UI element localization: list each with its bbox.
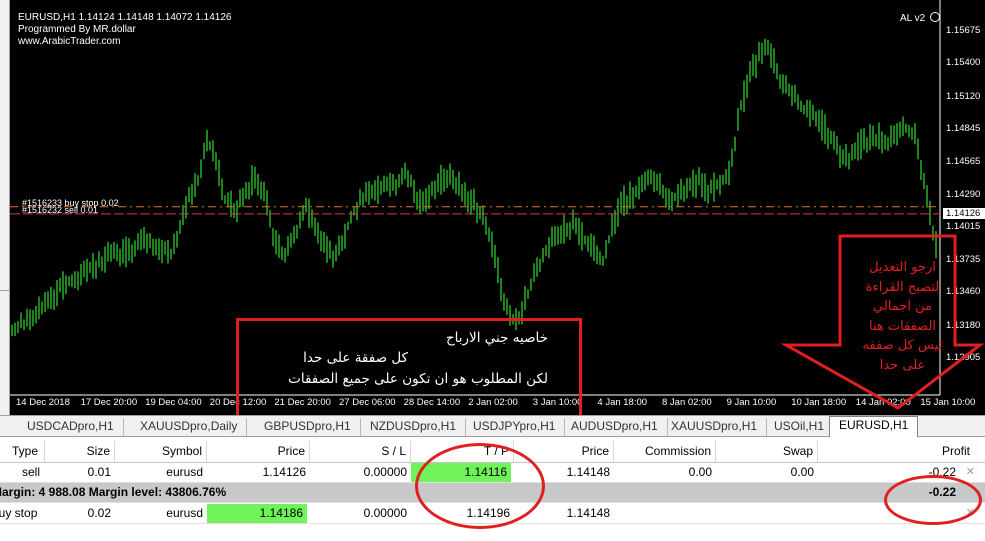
- price-axis-label: 1.15400: [946, 57, 981, 69]
- annotation-1-line-3: لكن المطلوب هو ان تكون على جميع الصفقات: [288, 371, 548, 387]
- time-axis-label: 4 Jan 18:00: [597, 397, 648, 408]
- header-swap[interactable]: Swap: [716, 441, 818, 462]
- annotation-note-line: لتصبح القراءة: [865, 279, 940, 295]
- header-type[interactable]: Type: [0, 441, 45, 462]
- cell-commission: 0.00: [688, 465, 712, 479]
- cell-type: buy stop: [0, 506, 38, 520]
- cell-size: 0.01: [87, 465, 111, 479]
- annotation-note-line: من اجمالي: [873, 299, 932, 314]
- ea-name: AL v2: [900, 13, 926, 24]
- cell-swap: 0.00: [790, 465, 814, 479]
- chart-tabs-bar: USDCADpro,H1 XAUUSDpro,Daily GBPUSDpro,H1 N…: [0, 415, 985, 437]
- header-sl[interactable]: S / L: [310, 441, 411, 462]
- chart-tab[interactable]: NZDUSDpro,H1: [361, 418, 467, 436]
- header-size[interactable]: Size: [45, 441, 115, 462]
- ea-label[interactable]: AL v2: [900, 12, 940, 25]
- annotation-ellipse-tp: [415, 443, 545, 529]
- header-profit[interactable]: Profit: [818, 441, 980, 462]
- cell-size: 0.02: [87, 506, 111, 520]
- price-axis-label: 1.14126: [943, 207, 985, 219]
- cell-swap: [716, 504, 818, 523]
- chart-programmer-label: Programmed By MR.dollar: [18, 24, 136, 35]
- chart-website-label: www.ArabicTrader.com: [18, 36, 121, 47]
- annotation-ellipse-profit: [884, 475, 982, 525]
- smiley-icon: [929, 12, 940, 22]
- price-axis-label: 1.15675: [946, 25, 981, 36]
- annotation-1-line-2: كل صفقة على حدا: [303, 350, 408, 366]
- chart-tab[interactable]: AUDUSDpro,H1: [562, 418, 668, 436]
- time-axis-label: 19 Dec 04:00: [145, 397, 202, 408]
- time-axis-label: 17 Dec 20:00: [80, 397, 138, 408]
- panel-divider: [0, 290, 10, 291]
- order-line-sell-label[interactable]: #1516232 sell 0.01: [22, 205, 98, 215]
- annotation-note-line: على حدا: [879, 357, 926, 373]
- chart-tab[interactable]: XAUUSDpro,H1: [662, 418, 768, 436]
- annotation-1-line-1: خاصيه جني الارباح: [445, 330, 548, 346]
- cell-sl: 0.00000: [363, 506, 407, 520]
- cell-price: 1.14126: [262, 465, 306, 479]
- time-axis-label: 14 Dec 2018: [16, 397, 70, 408]
- time-axis-label: 9 Jan 10:00: [726, 397, 777, 408]
- header-symbol[interactable]: Symbol: [115, 441, 207, 462]
- annotation-note-line: ليس كل صفقه: [862, 338, 943, 353]
- cell-symbol: eurusd: [166, 465, 203, 479]
- close-x-icon[interactable]: ✕: [966, 463, 975, 482]
- annotation-note-line: ارجو التعديل: [869, 260, 936, 275]
- chart-tab[interactable]: XAUUSDpro,Daily: [131, 418, 248, 436]
- left-panel-strip: [0, 0, 10, 415]
- cell-type: sell: [22, 465, 41, 479]
- chart-symbol-header: EURUSD,H1 1.14124 1.14148 1.14072 1.1412…: [18, 12, 232, 23]
- cell-commission: [614, 504, 716, 523]
- header-price[interactable]: Price: [207, 441, 310, 462]
- price-axis-label: 1.14290: [946, 188, 981, 200]
- chart-tab[interactable]: USOil,H1: [765, 418, 835, 436]
- price-chart[interactable]: EURUSD,H1 1.14124 1.14148 1.14072 1.1412…: [10, 0, 985, 415]
- header-commission[interactable]: Commission: [614, 441, 716, 462]
- cell-price[interactable]: 1.14186: [207, 504, 307, 523]
- cell-sl: 0.00000: [363, 465, 407, 479]
- terminal-trade-table: Type Size Symbol Price S / L T / P Price…: [0, 437, 985, 541]
- price-axis-label: 1.14565: [946, 156, 981, 168]
- price-axis-label: 1.15120: [946, 90, 981, 102]
- chart-tab[interactable]: USDJPYpro,H1: [464, 418, 566, 436]
- annotation-note-line: الصفقات هنا: [868, 318, 937, 334]
- price-axis-label: 1.14845: [946, 122, 981, 134]
- chart-tab[interactable]: EURUSD,H1: [829, 416, 919, 437]
- cell-symbol: eurusd: [166, 506, 203, 520]
- chart-tab[interactable]: GBPUSDpro,H1: [255, 418, 361, 436]
- time-axis-label: 8 Jan 02:00: [662, 397, 712, 408]
- chart-tab[interactable]: USDCADpro,H1: [18, 418, 124, 436]
